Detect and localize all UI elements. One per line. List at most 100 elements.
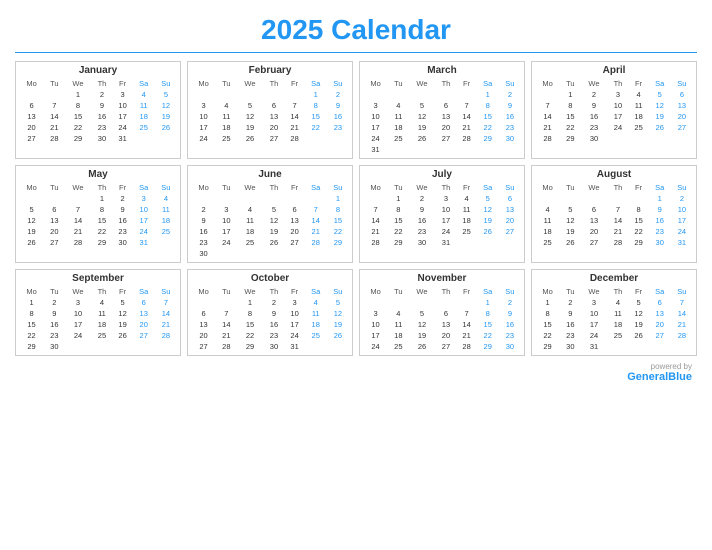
calendar-day: 4 (91, 297, 112, 308)
month-title-july: July (363, 169, 521, 180)
calendar-day: 14 (285, 111, 305, 122)
calendar-day: 10 (435, 204, 456, 215)
month-table-december: MoTuWeThFrSaSu12345678910111213141516171… (535, 286, 693, 352)
weekday-header: Sa (649, 78, 671, 89)
calendar-day: 23 (263, 330, 284, 341)
month-table-june: MoTuWeThFrSaSu12345678910111213141516171… (191, 182, 349, 259)
calendar-day: 14 (216, 319, 236, 330)
calendar-day: 20 (263, 122, 284, 133)
calendar-day: 2 (409, 193, 436, 204)
calendar-day: 21 (363, 226, 388, 237)
weekday-header: Fr (113, 182, 133, 193)
month-block-june: JuneMoTuWeThFrSaSu1234567891011121314151… (187, 165, 353, 263)
calendar-day: 28 (65, 237, 92, 248)
calendar-day: 19 (409, 122, 436, 133)
calendar-day: 22 (65, 122, 92, 133)
calendar-day: 14 (671, 308, 693, 319)
calendar-day: 18 (388, 330, 408, 341)
calendar-day: 12 (155, 100, 177, 111)
calendar-day: 10 (191, 111, 216, 122)
calendar-week-row: 1234567 (19, 297, 177, 308)
weekday-header: Mo (19, 182, 44, 193)
calendar-week-row: 12 (191, 89, 349, 100)
calendar-week-row: 123456 (363, 193, 521, 204)
month-block-november: NovemberMoTuWeThFrSaSu123456789101112131… (359, 269, 525, 356)
calendar-day: 3 (216, 204, 236, 215)
calendar-day: 15 (477, 111, 499, 122)
calendar-day: 21 (155, 319, 177, 330)
calendar-day: 20 (19, 122, 44, 133)
calendar-day: 29 (477, 341, 499, 352)
calendar-day: 14 (607, 215, 628, 226)
weekday-header: Fr (113, 286, 133, 297)
calendar-day: 6 (649, 297, 671, 308)
weekday-header: We (581, 182, 608, 193)
calendar-day: 26 (649, 122, 671, 133)
calendar-day: 13 (649, 308, 671, 319)
calendar-day: 25 (305, 330, 327, 341)
weekday-header: Th (263, 182, 284, 193)
calendar-day: 24 (216, 237, 236, 248)
calendar-week-row: 21222324252627 (535, 122, 693, 133)
calendar-day: 18 (457, 215, 477, 226)
calendar-day (65, 193, 92, 204)
calendar-day (409, 297, 436, 308)
calendar-day: 7 (65, 204, 92, 215)
calendar-week-row: 15161718192021 (535, 319, 693, 330)
calendar-day: 26 (237, 133, 264, 144)
calendar-day (216, 297, 236, 308)
weekday-header: Sa (477, 182, 499, 193)
calendar-day: 26 (155, 122, 177, 133)
calendar-day: 17 (671, 215, 693, 226)
calendar-day (629, 133, 649, 144)
calendar-day: 27 (671, 122, 693, 133)
calendar-day: 22 (535, 330, 560, 341)
calendar-week-row: 17181920212223 (363, 330, 521, 341)
calendar-day: 27 (649, 330, 671, 341)
calendar-day: 1 (327, 193, 349, 204)
calendar-day: 5 (19, 204, 44, 215)
calendar-week-row: 12 (363, 89, 521, 100)
calendar-day: 27 (499, 226, 521, 237)
weekday-header: Th (607, 182, 628, 193)
month-block-december: DecemberMoTuWeThFrSaSu123456789101112131… (531, 269, 697, 356)
calendar-day: 31 (435, 237, 456, 248)
calendar-day: 12 (237, 111, 264, 122)
calendar-week-row: 293031 (535, 341, 693, 352)
calendar-day: 20 (191, 330, 216, 341)
weekday-header: Tu (560, 78, 580, 89)
weekday-header: Mo (363, 182, 388, 193)
calendar-day: 9 (91, 100, 112, 111)
month-title-march: March (363, 65, 521, 76)
calendar-week-row: 2425262728 (191, 133, 349, 144)
weekday-header: Mo (535, 182, 560, 193)
calendar-day: 25 (237, 237, 264, 248)
calendar-day: 19 (155, 111, 177, 122)
calendar-day: 2 (113, 193, 133, 204)
calendar-day: 6 (19, 100, 44, 111)
calendar-week-row: 11121314151617 (535, 215, 693, 226)
calendar-day: 25 (133, 122, 155, 133)
calendar-day (388, 297, 408, 308)
calendar-day: 28 (285, 133, 305, 144)
calendar-day (155, 133, 177, 144)
calendar-day: 28 (457, 341, 477, 352)
month-block-february: FebruaryMoTuWeThFrSaSu123456789101112131… (187, 61, 353, 159)
calendar-day: 13 (499, 204, 521, 215)
calendar-day: 7 (457, 100, 477, 111)
calendar-day: 17 (607, 111, 628, 122)
calendar-day: 7 (457, 308, 477, 319)
calendar-day: 27 (263, 133, 284, 144)
calendar-week-row: 22232425262728 (535, 330, 693, 341)
calendar-day (285, 89, 305, 100)
calendar-day: 3 (607, 89, 628, 100)
weekday-header: Tu (44, 182, 64, 193)
calendar-grid: JanuaryMoTuWeThFrSaSu1234567891011121314… (15, 61, 697, 356)
month-block-july: JulyMoTuWeThFrSaSu1234567891011121314151… (359, 165, 525, 263)
weekday-header: Tu (388, 78, 408, 89)
calendar-day (607, 133, 628, 144)
calendar-day: 12 (560, 215, 580, 226)
calendar-day: 21 (65, 226, 92, 237)
calendar-day: 9 (113, 204, 133, 215)
calendar-day: 27 (133, 330, 155, 341)
